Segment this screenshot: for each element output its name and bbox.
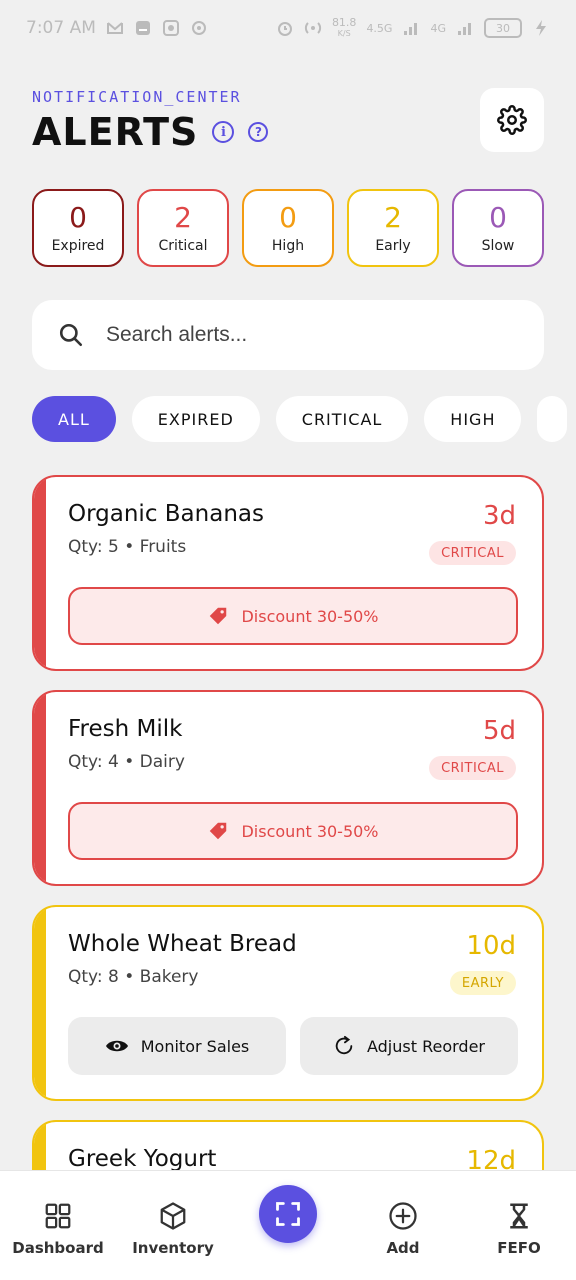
info-icon[interactable]: i (212, 121, 235, 143)
nav-label: Inventory (132, 1239, 214, 1257)
stat-value: 0 (279, 201, 297, 234)
gear-icon (497, 105, 527, 135)
net-unit: K/S (337, 29, 351, 38)
monitor-sales-label: Monitor Sales (140, 1036, 250, 1056)
filter-high[interactable]: HIGH (424, 396, 522, 442)
card-stripe (34, 692, 46, 884)
stat-expired[interactable]: 0 Expired (32, 189, 124, 267)
stat-label: Early (375, 238, 411, 254)
discount-button[interactable]: Discount 30-50% (68, 802, 518, 860)
nav-dashboard[interactable]: Dashboard (3, 1201, 113, 1257)
net-type: 4.5G (366, 21, 393, 35)
item-name: Fresh Milk (68, 716, 183, 742)
stat-label: Critical (158, 238, 208, 254)
filter-expired[interactable]: EXPIRED (131, 396, 260, 442)
stat-label: High (271, 238, 305, 254)
box-icon (160, 1202, 186, 1230)
monitor-sales-button[interactable]: Monitor Sales (68, 1017, 286, 1075)
camera-icon (162, 20, 179, 36)
stat-label: Slow (481, 238, 515, 254)
nav-label: Dashboard (12, 1239, 104, 1257)
adjust-reorder-label: Adjust Reorder (366, 1036, 485, 1056)
sync-icon (191, 21, 206, 35)
item-name: Greek Yogurt (68, 1146, 217, 1172)
eye-icon (105, 1040, 128, 1052)
filter-more[interactable] (537, 396, 568, 442)
stat-slow[interactable]: 0 Slow (452, 189, 544, 267)
discount-label: Discount 30-50% (241, 821, 379, 841)
app-icon (135, 21, 150, 35)
alert-card[interactable]: Organic Bananas Qty: 5 • Fruits 3d CRITI… (32, 475, 544, 671)
stat-value: 0 (69, 201, 87, 234)
page-title: ALERTS (32, 110, 199, 154)
tag-icon (210, 607, 227, 625)
stat-high[interactable]: 0 High (242, 189, 334, 267)
status-time: 7:07 AM (26, 18, 96, 38)
filter-critical[interactable]: CRITICAL (275, 396, 409, 442)
status-bar: 7:07 AM 81.8 K/S 4.5G 4G 30 (0, 0, 576, 56)
card-stripe (34, 907, 46, 1099)
status-badge: CRITICAL (429, 541, 516, 565)
search-input[interactable] (106, 323, 506, 347)
page-header: NOTIFICATION_CENTER ALERTS i ? (32, 88, 544, 158)
item-meta: Qty: 8 • Bakery (68, 967, 199, 987)
tag-icon (210, 822, 227, 840)
search-icon (59, 323, 83, 347)
charging-icon (536, 20, 546, 36)
alert-card[interactable]: Whole Wheat Bread Qty: 8 • Bakery 10d EA… (32, 905, 544, 1101)
grid-icon (45, 1203, 71, 1229)
stat-critical[interactable]: 2 Critical (137, 189, 229, 267)
scan-icon (276, 1202, 300, 1226)
signal-icon (404, 23, 418, 35)
net-speed: 81.8 (331, 16, 357, 29)
status-badge: CRITICAL (429, 756, 516, 780)
card-stripe (34, 477, 46, 669)
gmail-icon (106, 22, 123, 34)
stat-label: Expired (51, 238, 105, 254)
discount-label: Discount 30-50% (241, 606, 379, 626)
discount-button[interactable]: Discount 30-50% (68, 587, 518, 645)
days-remaining: 3d (482, 501, 516, 531)
stats-row: 0 Expired 2 Critical 0 High 2 Early 0 Sl… (32, 189, 544, 267)
alarm-icon (277, 22, 292, 36)
search-bar[interactable] (32, 300, 544, 370)
days-remaining: 5d (482, 716, 516, 746)
item-name: Organic Bananas (68, 501, 264, 527)
net-type-2: 4G (430, 21, 446, 35)
help-icon[interactable]: ? (248, 122, 269, 142)
scan-button[interactable] (259, 1185, 317, 1243)
item-name: Whole Wheat Bread (68, 931, 297, 957)
status-badge: EARLY (449, 971, 516, 995)
nav-inventory[interactable]: Inventory (118, 1201, 228, 1257)
item-meta: Qty: 4 • Dairy (68, 752, 185, 772)
item-meta: Qty: 5 • Fruits (68, 537, 187, 557)
hotspot-icon (304, 22, 322, 34)
nav-label: Add (386, 1239, 420, 1257)
alert-card[interactable]: Fresh Milk Qty: 4 • Dairy 5d CRITICAL Di… (32, 690, 544, 886)
battery-indicator: 30 (484, 18, 522, 38)
stat-value: 0 (489, 201, 507, 234)
filter-chips: ALL EXPIRED CRITICAL HIGH (32, 396, 576, 442)
signal-icon-2 (458, 23, 471, 35)
stat-value: 2 (174, 201, 192, 234)
hourglass-icon (510, 1203, 528, 1229)
nav-label: FEFO (497, 1239, 541, 1257)
stat-value: 2 (384, 201, 402, 234)
nav-add[interactable]: Add (348, 1201, 458, 1257)
add-circle-icon (389, 1202, 417, 1230)
filter-all[interactable]: ALL (32, 396, 116, 442)
adjust-reorder-button[interactable]: Adjust Reorder (300, 1017, 518, 1075)
page-subtitle: NOTIFICATION_CENTER (32, 88, 242, 106)
days-remaining: 10d (466, 931, 516, 961)
stat-early[interactable]: 2 Early (347, 189, 439, 267)
settings-button[interactable] (480, 88, 544, 152)
nav-fefo[interactable]: FEFO (464, 1201, 574, 1257)
refresh-icon (335, 1035, 353, 1055)
bottom-nav: Dashboard Inventory Add FEFO (0, 1170, 576, 1280)
